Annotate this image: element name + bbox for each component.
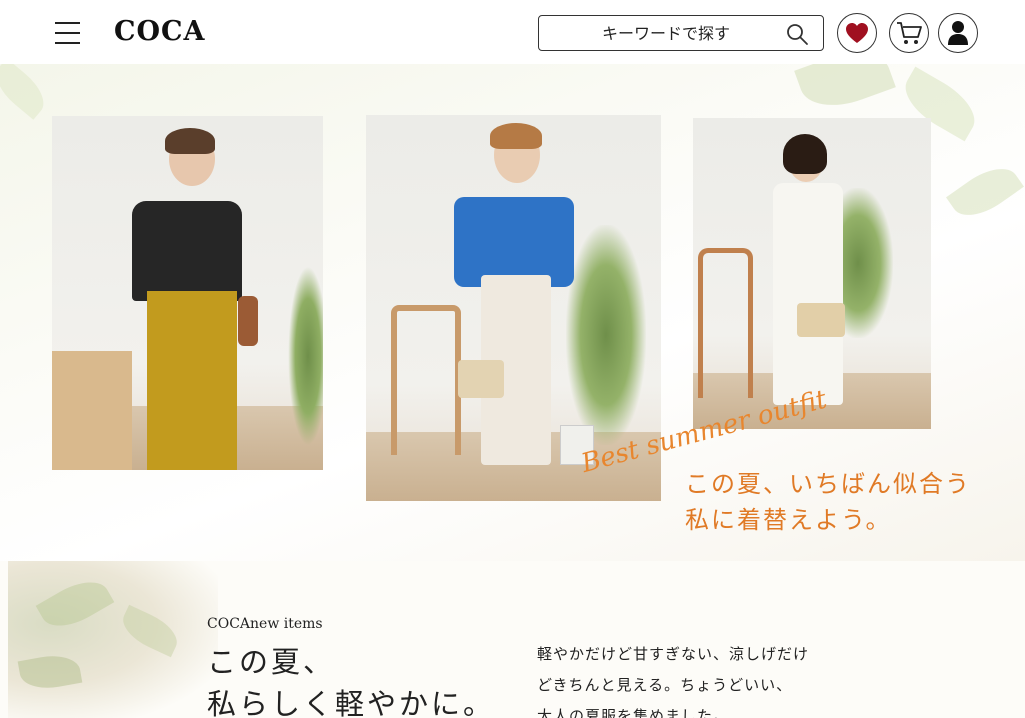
user-icon [948,21,968,45]
model-photo-black-top[interactable] [52,116,323,470]
body-line1: 軽やかだけど甘すぎない、涼しげだけ [537,645,810,663]
hero-catchcopy-line1: この夏、いちばん似合う [685,470,971,498]
section-headline-line2: 私らしく軽やかに。 [207,687,496,718]
leaf-decoration [794,64,896,118]
search-icon[interactable] [785,22,809,46]
account-button[interactable] [938,13,978,53]
model-photo-white-dress[interactable] [693,118,931,429]
leaf-decoration [0,64,53,120]
hamburger-menu-icon[interactable] [55,22,81,44]
cart-button[interactable] [889,13,929,53]
body-line2: どきちんと見える。ちょうどいい、 [537,676,793,694]
body-line3: 大人の夏服を集めました。 [537,707,730,718]
section-headline: この夏、 私らしく軽やかに。 [207,641,495,718]
cart-icon [897,22,922,44]
section-headline-line1: この夏、 [207,645,336,679]
new-items-intro: COCAnew items この夏、 私らしく軽やかに。 軽やかだけど甘すぎない… [0,561,1025,718]
search-input[interactable] [551,20,771,46]
section-subtitle: COCAnew items [207,616,323,632]
section-body-text: 軽やかだけど甘すぎない、涼しげだけ どきちんと見える。ちょうどいい、 大人の夏服… [537,639,809,718]
hero-catchcopy-line2: 私に着替えよう。 [685,506,892,534]
heart-icon [846,23,868,43]
search-box [538,15,824,51]
site-header: COCA [0,0,1025,64]
hero-banner[interactable]: Best summer outfit この夏、いちばん似合う 私に着替えよう。 [0,64,1025,561]
hero-catchcopy: この夏、いちばん似合う 私に着替えよう。 [685,466,971,538]
favorites-button[interactable] [837,13,877,53]
site-logo[interactable]: COCA [114,16,205,47]
leaf-decoration [946,157,1024,227]
leaf-background-image [8,561,218,718]
